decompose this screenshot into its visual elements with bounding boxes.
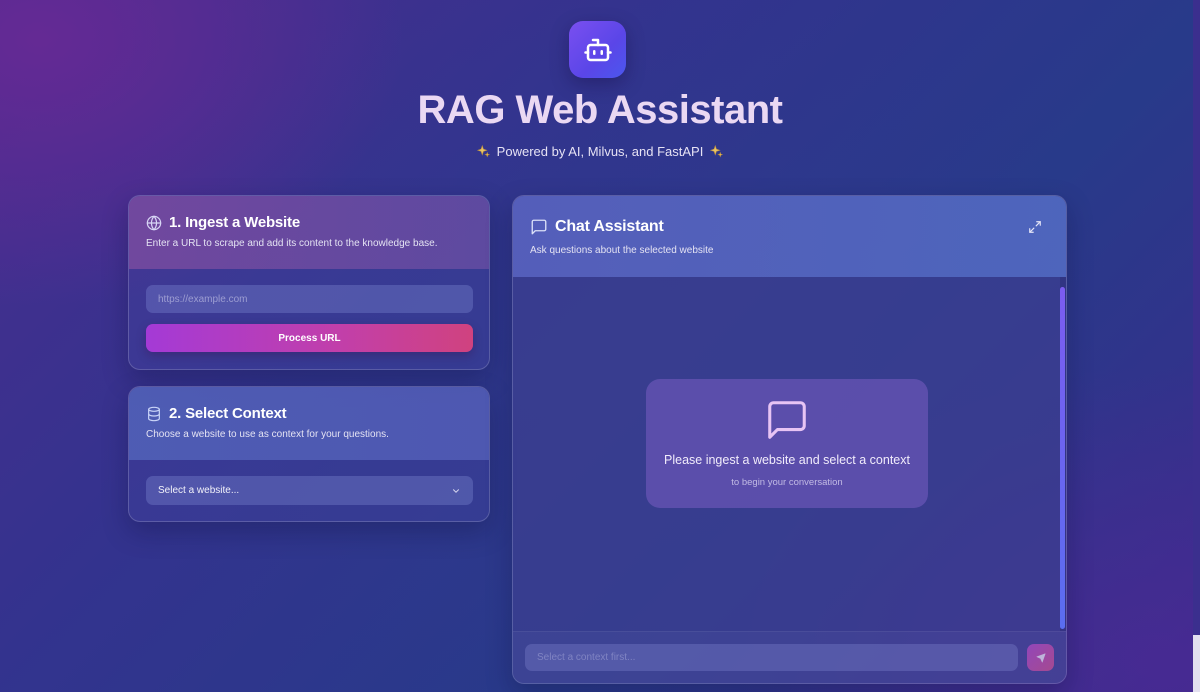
sparkles-icon [476,144,490,158]
page-title: RAG Web Assistant [417,88,783,132]
chevron-down-icon [453,488,459,493]
chat-messages-area[interactable]: Please ingest a website and select a con… [513,277,1066,631]
context-card-description: Choose a website to use as context for y… [146,429,389,440]
website-select[interactable]: Select a website... [146,476,473,505]
expand-button[interactable] [1028,220,1042,239]
empty-state-card: Please ingest a website and select a con… [646,379,928,508]
message-input[interactable] [525,644,1018,671]
ingest-card-title: 1. Ingest a Website [169,214,300,231]
chat-card-title: Chat Assistant [555,218,664,235]
maximize-icon [1029,221,1041,233]
chat-scrollbar[interactable] [1060,277,1066,631]
url-input[interactable] [146,285,473,313]
chat-card: Chat Assistant Ask questions about the s… [512,195,1067,684]
context-card: 2. Select Context Choose a website to us… [128,386,490,522]
robot-icon [583,38,612,61]
window-edge-mask [1193,0,1200,635]
empty-state-subtitle: to begin your conversation [731,477,843,488]
database-icon [148,406,160,421]
chat-card-header: Chat Assistant Ask questions about the s… [513,196,1066,277]
chat-card-description: Ask questions about the selected website [530,245,714,256]
send-icon [1036,653,1045,662]
app-logo [569,21,626,78]
ingest-card-description: Enter a URL to scrape and add its conten… [146,238,438,249]
ingest-card: 1. Ingest a Website Enter a URL to scrap… [128,195,490,370]
message-square-icon [531,219,547,235]
chat-input-bar [513,631,1066,683]
process-url-button[interactable]: Process URL [146,324,473,352]
message-square-icon [768,401,806,439]
subtitle-text: Powered by AI, Milvus, and FastAPI [496,144,704,159]
globe-icon [146,214,162,231]
ingest-card-header: 1. Ingest a Website Enter a URL to scrap… [129,196,489,269]
website-select-value: Select a website... [158,485,240,496]
page-subtitle: Powered by AI, Milvus, and FastAPI [0,144,1200,159]
context-card-header: 2. Select Context Choose a website to us… [129,387,489,460]
chat-scrollbar-thumb[interactable] [1060,287,1065,629]
context-card-title: 2. Select Context [169,405,287,422]
send-button[interactable] [1027,644,1054,671]
empty-state-title: Please ingest a website and select a con… [664,453,910,467]
sparkles-icon [710,144,724,158]
